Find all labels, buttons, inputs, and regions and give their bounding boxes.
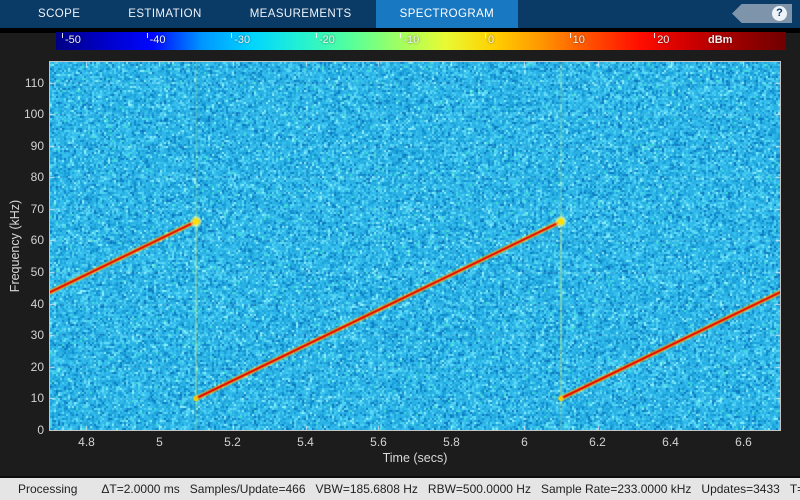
tab-estimation[interactable]: ESTIMATION	[104, 0, 225, 28]
help-question-icon: ?	[772, 6, 787, 21]
help-button[interactable]: ?	[732, 4, 792, 23]
x-tick-label: 6.6	[722, 435, 766, 449]
y-tick-label: 110	[4, 76, 44, 90]
x-tick-label: 4.8	[65, 435, 109, 449]
y-tick-label: 80	[4, 170, 44, 184]
x-tick-label: 5.2	[211, 435, 255, 449]
y-tick-label: 30	[4, 328, 44, 342]
x-tick-label: 6.2	[576, 435, 620, 449]
help-arrow-shape: ?	[732, 4, 792, 23]
colorbar-legend: dBm -50 -40 -30 -20 -10 0 10 20	[56, 32, 786, 50]
tab-measurements[interactable]: MEASUREMENTS	[226, 0, 376, 28]
y-tick-label: 100	[4, 107, 44, 121]
tab-bar: SCOPE ESTIMATION MEASUREMENTS SPECTROGRA…	[0, 0, 800, 28]
status-rbw: RBW=500.0000 Hz	[428, 482, 531, 496]
colorbar-tick	[570, 33, 571, 38]
x-tick-label: 5.4	[284, 435, 328, 449]
colorbar-tick-label: 0	[488, 34, 494, 46]
status-time: T=6.86	[790, 482, 800, 496]
colorbar-tick	[316, 33, 317, 38]
colorbar-unit-label: dBm	[708, 34, 732, 46]
colorbar-tick-label: -50	[65, 34, 81, 46]
spectrum-analyzer-window: SCOPE ESTIMATION MEASUREMENTS SPECTROGRA…	[0, 0, 800, 500]
colorbar-tick	[400, 33, 401, 38]
spectrogram-plot[interactable]	[50, 62, 780, 430]
colorbar-tick-label: -40	[150, 34, 166, 46]
status-samples-per-update: Samples/Update=466	[190, 482, 306, 496]
x-tick-label: 5	[138, 435, 182, 449]
y-tick-label: 20	[4, 360, 44, 374]
tab-spectrogram[interactable]: SPECTROGRAM	[376, 0, 519, 28]
colorbar-tick	[62, 33, 63, 38]
x-tick-label: 5.6	[357, 435, 401, 449]
colorbar-tick-label: -10	[403, 34, 419, 46]
colorbar-tick-label: -20	[319, 34, 335, 46]
status-bar: Processing ΔT=2.0000 ms Samples/Update=4…	[0, 476, 800, 500]
status-updates: Updates=3433	[701, 482, 779, 496]
colorbar-tick	[231, 33, 232, 38]
x-axis-label: Time (secs)	[383, 451, 448, 465]
colorbar-tick-label: -30	[234, 34, 250, 46]
y-tick-label: 40	[4, 297, 44, 311]
y-tick-label: 0	[4, 423, 44, 437]
y-tick-label: 90	[4, 139, 44, 153]
y-tick-label: 10	[4, 391, 44, 405]
colorbar-tick-label: 10	[573, 34, 585, 46]
plot-frame	[49, 61, 781, 431]
status-sample-rate: Sample Rate=233.0000 kHz	[541, 482, 691, 496]
status-vbw: VBW=185.6808 Hz	[316, 482, 418, 496]
status-delta-t: ΔT=2.0000 ms	[101, 482, 179, 496]
x-tick-label: 6	[503, 435, 547, 449]
x-tick-label: 6.4	[649, 435, 693, 449]
colorbar-tick-label: 20	[657, 34, 669, 46]
tab-scope[interactable]: SCOPE	[14, 0, 104, 28]
y-axis-label: Frequency (kHz)	[8, 200, 22, 292]
colorbar-tick	[485, 33, 486, 38]
x-tick-label: 5.8	[430, 435, 474, 449]
colorbar-tick	[654, 33, 655, 38]
colorbar-tick	[147, 33, 148, 38]
status-state: Processing	[18, 482, 77, 496]
